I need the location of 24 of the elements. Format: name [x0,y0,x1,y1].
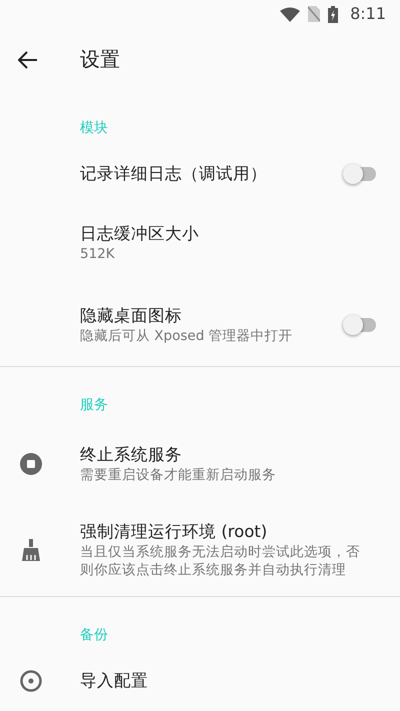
preference-title: 记录详细日志（调试用） [80,162,268,185]
preference-title: 导入配置 [80,670,149,692]
preference-summary: 隐藏后可从 Xposed 管理器中打开 [80,327,294,346]
wifi-icon [280,6,300,22]
preference-summary: 512K [80,245,116,264]
stop-icon [20,453,42,475]
preference-title: 隐藏桌面图标 [80,304,183,327]
status-time: 8:11 [350,3,386,25]
toggle-switch[interactable] [346,167,376,181]
no-sim-icon [308,6,320,22]
preference-summary: 需要重启设备才能重新启动服务 [80,466,277,484]
battery-icon [328,6,338,22]
back-icon[interactable] [18,50,38,69]
section-header: 模块 [79,119,109,138]
preference-title: 强制清理运行环境 (root) [80,521,268,543]
preference-title: 日志缓冲区大小 [80,222,200,245]
toggle-switch[interactable] [346,318,376,332]
section-header: 备份 [79,626,109,645]
broom-icon [21,539,41,562]
import-icon [20,670,42,692]
preference-summary: 当且仅当系统服务无法启动时尝试此选项，否则你应该点击终止系统服务并自动执行清理 [80,543,361,580]
preference-title: 终止系统服务 [80,444,183,466]
section-header: 服务 [79,396,109,415]
toolbar-title: 设置 [80,46,120,73]
